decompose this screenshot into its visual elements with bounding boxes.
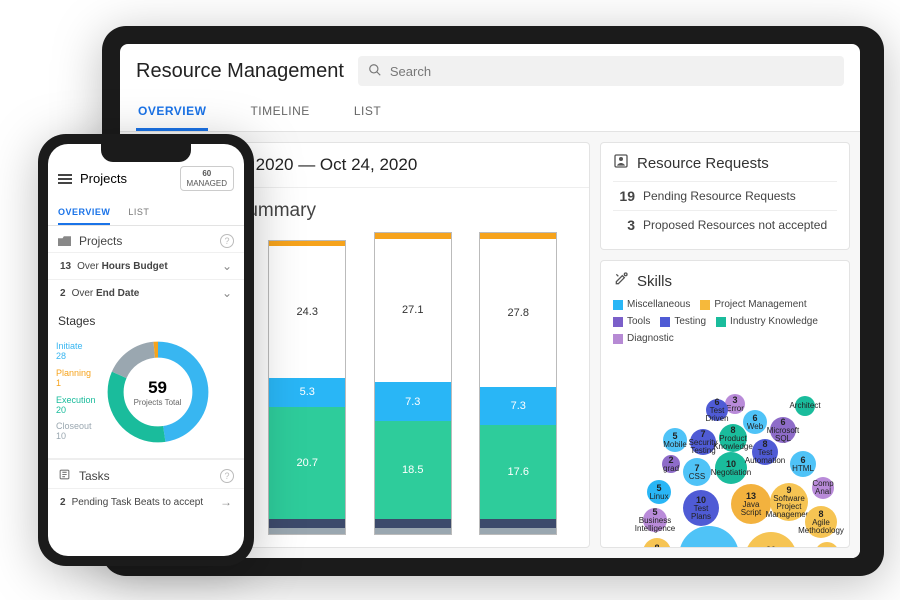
request-row[interactable]: 19Pending Resource Requests bbox=[613, 181, 837, 210]
skills-bubbles: 26Communication20Business Process13Java … bbox=[613, 348, 837, 548]
tasks-section-header: Tasks ? bbox=[48, 459, 244, 488]
skill-bubble[interactable]: 5Linux bbox=[647, 480, 671, 504]
phone-tabs: OVERVIEW LIST bbox=[48, 197, 244, 226]
search-placeholder: Search bbox=[390, 64, 431, 79]
managed-chip[interactable]: 60 MANAGED bbox=[180, 166, 234, 191]
right-column: Resource Requests 19Pending Resource Req… bbox=[600, 142, 850, 548]
skill-bubble[interactable]: 5Mobile bbox=[663, 428, 687, 452]
skill-bubble[interactable]: SCRUM bbox=[815, 542, 839, 548]
tasks-icon bbox=[58, 468, 71, 484]
phone-title: Projects bbox=[80, 171, 127, 186]
phone-screen: Projects 60 MANAGED OVERVIEW LIST Projec… bbox=[48, 144, 244, 556]
chevron-down-icon: ⌄ bbox=[222, 259, 232, 273]
tab-list[interactable]: LIST bbox=[352, 96, 383, 131]
search-icon bbox=[368, 63, 382, 80]
projects-section-header: Projects ? bbox=[48, 226, 244, 252]
project-alert-row[interactable]: 13Over Hours Budget⌄ bbox=[48, 252, 244, 279]
skill-bubble[interactable]: 8Troubleshooting bbox=[643, 538, 671, 548]
skill-bubble[interactable]: 7CSS bbox=[683, 458, 711, 486]
skill-bubble[interactable]: 7Security Testing bbox=[690, 429, 716, 455]
page-title: Resource Management bbox=[136, 60, 344, 83]
skill-bubble[interactable]: 8Test Automation bbox=[752, 439, 778, 465]
skill-bubble[interactable]: Architect bbox=[795, 396, 815, 416]
skill-bubble[interactable]: 6Test Driven bbox=[706, 399, 728, 421]
arrow-right-icon: → bbox=[220, 495, 232, 509]
tools-icon bbox=[613, 271, 629, 291]
skills-card: Skills MiscellaneousProject ManagementTo… bbox=[600, 260, 850, 548]
project-alert-row[interactable]: 2Over End Date⌄ bbox=[48, 279, 244, 306]
resource-requests-card: Resource Requests 19Pending Resource Req… bbox=[600, 142, 850, 250]
skill-bubble[interactable]: 6Microsoft SQL bbox=[770, 417, 796, 443]
help-icon[interactable]: ? bbox=[220, 234, 234, 248]
skill-bubble[interactable]: Comp Anal bbox=[812, 477, 834, 499]
tab-timeline[interactable]: TIMELINE bbox=[248, 96, 311, 131]
request-row[interactable]: 3Proposed Resources not accepted bbox=[613, 210, 837, 239]
skill-bubble[interactable]: 8Product Knowledge bbox=[719, 424, 747, 452]
skill-bubble[interactable]: 8Agile Methodology bbox=[805, 506, 837, 538]
skill-bubble[interactable]: 6HTML bbox=[790, 451, 816, 477]
task-row[interactable]: 2Pending Task Beats to accept→ bbox=[48, 488, 244, 515]
resource-requests-title: Resource Requests bbox=[613, 153, 837, 173]
donut-center: 59 Projects Total bbox=[102, 336, 214, 448]
skill-bubble[interactable]: 6Web bbox=[743, 410, 767, 434]
folder-icon bbox=[58, 236, 71, 246]
phone-frame: Projects 60 MANAGED OVERVIEW LIST Projec… bbox=[38, 134, 254, 566]
skill-bubble[interactable]: 5Business Intelligence bbox=[643, 508, 667, 532]
resource-icon bbox=[613, 153, 629, 173]
stages-content: Initiate28Planning1Execution20Closeout10… bbox=[48, 332, 244, 459]
stages-title: Stages bbox=[48, 306, 244, 332]
phone-tab-overview[interactable]: OVERVIEW bbox=[58, 201, 110, 225]
skills-title: Skills bbox=[613, 271, 837, 291]
tablet-header: Resource Management Search bbox=[120, 44, 860, 90]
skill-bubble[interactable]: 2grad bbox=[662, 455, 680, 473]
search-input[interactable]: Search bbox=[358, 56, 844, 86]
stages-donut: 59 Projects Total bbox=[102, 336, 214, 448]
skill-bubble[interactable]: 20Business Process bbox=[745, 532, 797, 548]
hamburger-icon[interactable] bbox=[58, 174, 72, 184]
stages-legend: Initiate28Planning1Execution20Closeout10 bbox=[56, 342, 96, 442]
tablet-tabs: OVERVIEW TIMELINE LIST bbox=[120, 90, 860, 132]
skill-bubble[interactable]: 10Negotiation bbox=[715, 452, 747, 484]
tab-overview[interactable]: OVERVIEW bbox=[136, 96, 208, 131]
skill-bubble[interactable]: 26Communication bbox=[679, 526, 739, 548]
skill-bubble[interactable]: 9Software Project Management bbox=[770, 483, 808, 521]
phone-notch bbox=[101, 144, 191, 162]
skills-legend: MiscellaneousProject ManagementToolsTest… bbox=[613, 299, 837, 344]
phone-tab-list[interactable]: LIST bbox=[128, 201, 149, 225]
chevron-down-icon: ⌄ bbox=[222, 286, 232, 300]
skill-bubble[interactable]: 10Test Plans bbox=[683, 490, 719, 526]
help-icon[interactable]: ? bbox=[220, 469, 234, 483]
